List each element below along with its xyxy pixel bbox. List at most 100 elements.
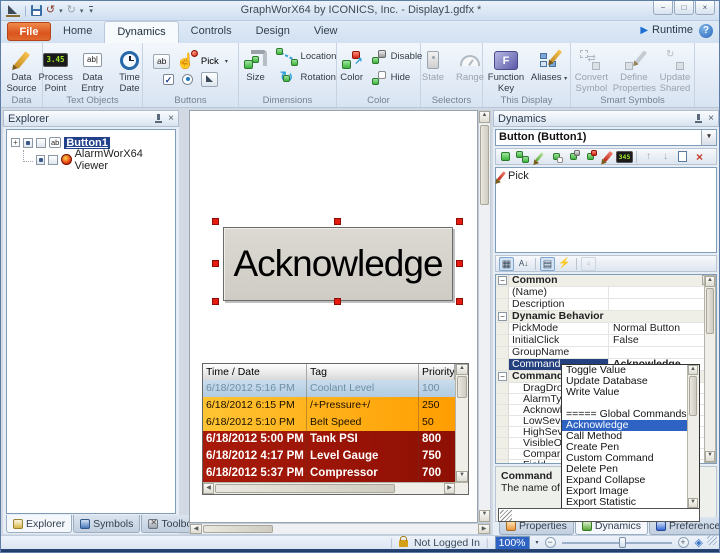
scroll-down-icon[interactable]: ▼: [456, 471, 468, 482]
dropdown-item[interactable]: Export Image: [562, 486, 687, 497]
pick-hand-icon[interactable]: ☝: [176, 54, 195, 70]
location-dynamic-button[interactable]: [549, 150, 564, 164]
function-key-button[interactable]: F Function Key: [485, 46, 527, 94]
selection-handle-se[interactable]: [456, 298, 463, 305]
dropdown-item[interactable]: [562, 398, 687, 409]
dynamics-list[interactable]: Pick: [495, 167, 717, 253]
tab-file[interactable]: File: [7, 22, 51, 41]
selection-handle-e[interactable]: [456, 260, 463, 267]
close-panel-icon[interactable]: ×: [168, 114, 174, 124]
selection-handle-n[interactable]: [334, 218, 341, 225]
column-header[interactable]: Tag: [307, 364, 419, 380]
process-point-chip-button[interactable]: 345: [617, 150, 632, 164]
zoom-slider[interactable]: [562, 542, 672, 544]
scroll-thumb[interactable]: [706, 288, 714, 334]
close-button[interactable]: ×: [695, 1, 715, 15]
canvas-vertical-scrollbar[interactable]: ▲ ▼: [478, 110, 491, 523]
color-dynamic-button[interactable]: [583, 150, 598, 164]
tab-dynamics[interactable]: Dynamics: [104, 21, 178, 43]
selection-handle-ne[interactable]: [456, 218, 463, 225]
pick-button[interactable]: Pick: [201, 56, 219, 67]
object-selector-combo[interactable]: Button (Button1) ▾: [495, 129, 717, 146]
scroll-thumb[interactable]: [215, 484, 395, 493]
resize-grip-icon[interactable]: [500, 510, 512, 521]
table-row[interactable]: 6/18/2012 5:16 PM Coolant Level 100: [203, 380, 455, 397]
scroll-right-icon[interactable]: ▶: [444, 483, 455, 494]
selection-handle-w[interactable]: [212, 260, 219, 267]
selection-handle-nw[interactable]: [212, 218, 219, 225]
scroll-down-icon[interactable]: ▼: [479, 510, 490, 522]
dropdown-item-selected[interactable]: Acknowledge: [562, 420, 687, 431]
sail-button[interactable]: [201, 72, 218, 87]
link-dynamic-button[interactable]: [515, 150, 530, 164]
hide-button[interactable]: Hide: [372, 67, 423, 88]
design-canvas[interactable]: Acknowledge Time / Date Tag Priority 6/1…: [189, 110, 478, 523]
property-grid-scrollbar[interactable]: ▲ ▼: [704, 275, 716, 463]
visibility-checkbox[interactable]: [23, 138, 33, 148]
add-datasource-button[interactable]: [498, 150, 513, 164]
time-date-button[interactable]: Time Date: [113, 46, 147, 94]
dropdown-item[interactable]: Call Method: [562, 431, 687, 442]
table-row[interactable]: 6/18/2012 6:15 PM /+Pressure+/ 250: [203, 397, 455, 414]
zoom-out-button[interactable]: −: [545, 537, 556, 548]
dropdown-item[interactable]: Update Database: [562, 376, 687, 387]
table-row[interactable]: 6/18/2012 5:00 PM Tank PSI 800: [203, 431, 455, 448]
table-horizontal-scrollbar[interactable]: ◀ ▶: [203, 482, 468, 494]
dropdown-item[interactable]: Expand Collapse: [562, 475, 687, 486]
size-dynamic-button[interactable]: [566, 150, 581, 164]
property-category[interactable]: −Common: [496, 275, 716, 287]
expand-icon[interactable]: +: [11, 138, 20, 147]
minimize-button[interactable]: −: [653, 1, 673, 15]
property-row[interactable]: GroupName: [496, 347, 716, 359]
chevron-down-icon[interactable]: ▾: [701, 130, 716, 145]
dropdown-item[interactable]: Delete Pen: [562, 464, 687, 475]
scroll-down-icon[interactable]: ▼: [688, 498, 698, 508]
runtime-button[interactable]: ▶ Runtime: [640, 24, 693, 36]
rotation-button[interactable]: ↻ Rotation: [276, 67, 337, 88]
property-row[interactable]: InitialClickFalse: [496, 335, 716, 347]
scroll-left-icon[interactable]: ◀: [190, 524, 202, 534]
zoom-in-button[interactable]: +: [678, 537, 689, 548]
visibility-checkbox[interactable]: [36, 155, 46, 165]
acknowledge-button-object[interactable]: Acknowledge: [223, 227, 453, 301]
command-dropdown-popup[interactable]: Toggle Value Update Database Write Value…: [561, 364, 700, 509]
radio-button[interactable]: [182, 74, 193, 85]
help-icon[interactable]: ?: [699, 24, 713, 38]
scroll-up-icon[interactable]: ▲: [479, 111, 490, 123]
scroll-right-icon[interactable]: ▶: [478, 524, 490, 534]
events-button[interactable]: ⚡: [557, 257, 572, 271]
pin-icon[interactable]: [153, 113, 164, 124]
scroll-thumb[interactable]: [203, 525, 273, 533]
tree-item-alarmworx-viewer[interactable]: AlarmWorX64 Viewer: [23, 152, 175, 167]
checkbox-button[interactable]: ✓: [163, 74, 174, 85]
pin-icon[interactable]: [693, 113, 704, 124]
dropdown-item[interactable]: Write Value: [562, 387, 687, 398]
property-row[interactable]: PickModeNormal Button: [496, 323, 716, 335]
disable-button[interactable]: Disable: [372, 46, 423, 67]
tab-controls[interactable]: Controls: [179, 21, 244, 43]
process-point-button[interactable]: 3.45 Process Point: [39, 46, 73, 94]
zoom-dropdown-icon[interactable]: ▾: [536, 539, 539, 546]
dropdown-item[interactable]: Create Pen: [562, 442, 687, 453]
collapse-icon[interactable]: −: [498, 276, 507, 285]
scroll-thumb[interactable]: [689, 376, 697, 416]
property-category[interactable]: −Dynamic Behavior: [496, 311, 716, 323]
pick-dynamic-button[interactable]: [600, 150, 615, 164]
window-resize-grip[interactable]: [707, 535, 717, 545]
restore-button[interactable]: □: [674, 1, 694, 15]
data-entry-button[interactable]: ab| Data Entry: [76, 46, 110, 94]
canvas-horizontal-scrollbar[interactable]: ◀ ▶: [189, 523, 491, 535]
scroll-down-icon[interactable]: ▼: [705, 451, 715, 462]
column-header[interactable]: Priority: [419, 364, 455, 380]
categorized-view-button[interactable]: ▦: [499, 257, 514, 271]
delete-dynamic-button[interactable]: ×: [692, 150, 707, 164]
alphabetical-sort-button[interactable]: A↓: [516, 257, 531, 271]
data-source-button[interactable]: Data Source: [3, 46, 40, 94]
property-pages-button[interactable]: ▤: [540, 257, 555, 271]
tab-view[interactable]: View: [302, 21, 350, 43]
tab-explorer[interactable]: Explorer: [6, 515, 72, 533]
table-row[interactable]: 6/18/2012 4:17 PM Level Gauge 750: [203, 448, 455, 465]
pick-dropdown-icon[interactable]: ▾: [225, 58, 228, 65]
tag-dynamic-button[interactable]: [532, 150, 547, 164]
location-button[interactable]: Location: [276, 46, 337, 67]
